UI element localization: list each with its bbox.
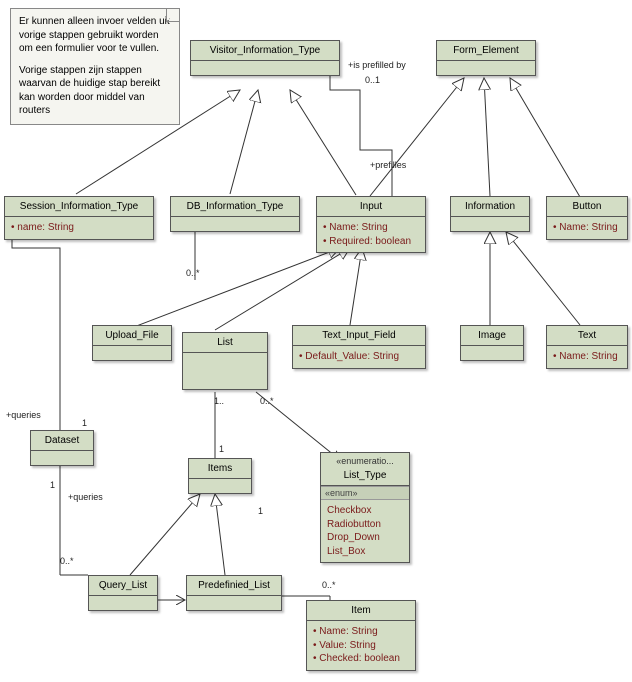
- class-title: DB_Information_Type: [171, 197, 299, 217]
- mult-1: 1: [258, 506, 263, 516]
- class-title: Text_Input_Field: [293, 326, 425, 346]
- mult-1: 1..: [214, 396, 224, 406]
- enum-value: Drop_Down: [327, 531, 403, 545]
- class-title: Image: [461, 326, 523, 346]
- label-queries-1: +queries: [6, 410, 41, 420]
- class-title: Upload_File: [93, 326, 171, 346]
- label-prefilles: +prefilles: [370, 160, 406, 170]
- attr: Name: String: [313, 625, 409, 639]
- class-image: Image: [460, 325, 524, 361]
- label-is-prefilled-by: +is prefilled by: [348, 60, 406, 70]
- comment-note: Er kunnen alleen invoer velden uit vorig…: [10, 8, 180, 125]
- class-query-list: Query_List: [88, 575, 158, 611]
- attr: Default_Value: String: [299, 350, 419, 364]
- mult-1: 1: [50, 480, 55, 490]
- class-visitor-information-type: Visitor_Information_Type: [190, 40, 340, 76]
- class-title: Item: [307, 601, 415, 621]
- class-form-element: Form_Element: [436, 40, 536, 76]
- class-title: Text: [547, 326, 627, 346]
- attr: Value: String: [313, 639, 409, 653]
- attr: Required: boolean: [323, 235, 419, 249]
- class-title: Form_Element: [437, 41, 535, 61]
- attr: Name: String: [323, 221, 419, 235]
- class-text-input-field: Text_Input_Field Default_Value: String: [292, 325, 426, 369]
- class-button: Button Name: String: [546, 196, 628, 240]
- class-dataset: Dataset: [30, 430, 94, 466]
- class-title: Dataset: [31, 431, 93, 451]
- class-text: Text Name: String: [546, 325, 628, 369]
- note-p1: Er kunnen alleen invoer velden uit vorig…: [19, 15, 171, 56]
- class-db-information-type: DB_Information_Type: [170, 196, 300, 232]
- attr: name: String: [11, 221, 147, 235]
- class-list: List: [182, 332, 268, 390]
- class-session-information-type: Session_Information_Type name: String: [4, 196, 154, 240]
- enum-label: «enum»: [321, 486, 409, 500]
- class-title: List_Type: [321, 466, 409, 486]
- class-title: Query_List: [89, 576, 157, 596]
- class-items: Items: [188, 458, 252, 494]
- class-predefined-list: Predefinied_List: [186, 575, 282, 611]
- class-list-type: «enumeratio... List_Type «enum» Checkbox…: [320, 452, 410, 563]
- attr: Name: String: [553, 350, 621, 364]
- attr: Name: String: [553, 221, 621, 235]
- enum-value: Radiobutton: [327, 518, 403, 532]
- class-title: Session_Information_Type: [5, 197, 153, 217]
- class-title: Predefinied_List: [187, 576, 281, 596]
- attr: Checked: boolean: [313, 652, 409, 666]
- class-title: Input: [317, 197, 425, 217]
- class-title: List: [183, 333, 267, 353]
- mult-0-star: 0..*: [60, 556, 74, 566]
- mult-0-star: 0..*: [186, 268, 200, 278]
- class-title: Visitor_Information_Type: [191, 41, 339, 61]
- class-item: Item Name: String Value: String Checked:…: [306, 600, 416, 671]
- mult-0-star: 0..*: [260, 396, 274, 406]
- enum-value: Checkbox: [327, 504, 403, 518]
- mult-1: 1: [82, 418, 87, 428]
- note-p2: Vorige stappen zijn stappen waarvan de h…: [19, 64, 171, 118]
- class-title: Items: [189, 459, 251, 479]
- class-title: Button: [547, 197, 627, 217]
- class-information: Information: [450, 196, 530, 232]
- class-upload-file: Upload_File: [92, 325, 172, 361]
- class-title: Information: [451, 197, 529, 217]
- label-queries-2: +queries: [68, 492, 103, 502]
- mult-0-1: 0..1: [365, 75, 380, 85]
- enum-value: List_Box: [327, 545, 403, 559]
- mult-1: 1: [219, 444, 224, 454]
- class-input: Input Name: String Required: boolean: [316, 196, 426, 253]
- mult-0-star: 0..*: [322, 580, 336, 590]
- stereotype: «enumeratio...: [321, 453, 409, 466]
